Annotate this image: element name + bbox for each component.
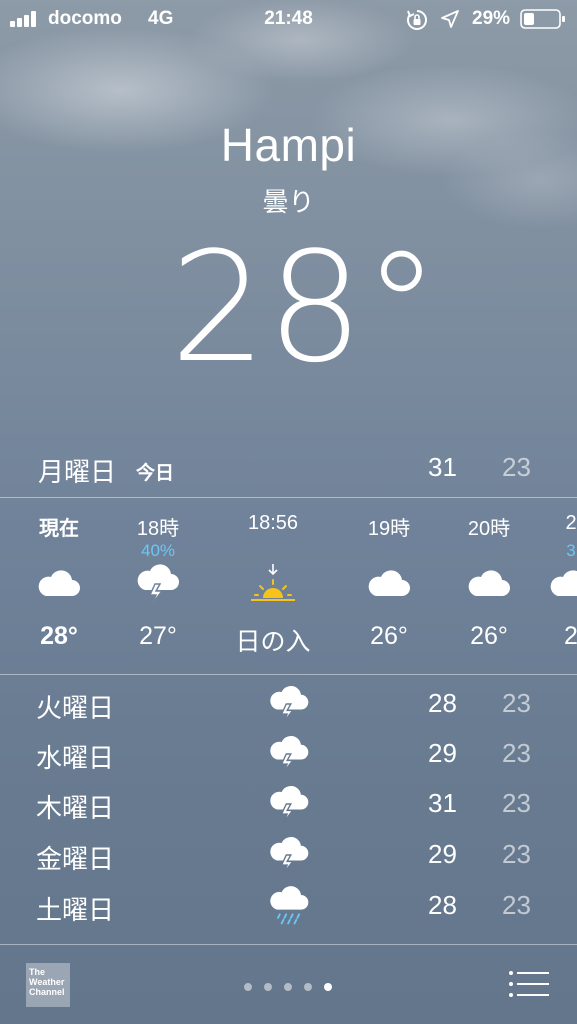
day-low: 23 [502, 738, 531, 768]
bottom-toolbar: The Weather Channel [0, 945, 577, 1024]
hour-temp: 27° [139, 622, 177, 650]
day-name: 水曜日 [36, 743, 115, 773]
day-name: 金曜日 [36, 844, 115, 874]
day-high: 29 [428, 839, 457, 869]
day-high: 31 [428, 788, 457, 818]
city-list-icon[interactable] [508, 970, 550, 1003]
day-high: 29 [428, 738, 457, 768]
cloud-icon [364, 564, 414, 604]
hour-temp: 26° [370, 622, 408, 650]
page-dot[interactable] [284, 983, 292, 991]
hourly-forecast-scroller[interactable]: 現在 28° 18時 40% 27° 18:56 日の入 19時 26° 20時… [0, 498, 577, 674]
thunderstorm-icon [266, 835, 312, 875]
cloud-icon [464, 564, 514, 604]
battery-percentage: 29% [472, 8, 511, 29]
thunderstorm-icon [266, 684, 312, 724]
precip-chance: 40% [140, 541, 176, 560]
today-low: 23 [502, 452, 531, 482]
today-label: 今日 [136, 463, 175, 484]
hour-temp: 2 [564, 622, 577, 650]
today-summary-row: 月曜日 今日 31 23 [0, 452, 577, 492]
rain-icon [266, 886, 312, 926]
status-bar: docomo 4G 21:48 29% [0, 0, 577, 38]
sunset-label: 日の入 [235, 628, 311, 656]
thunderstorm-icon [133, 564, 183, 605]
daily-row: 水曜日 29 23 [0, 730, 577, 780]
day-name: 火曜日 [36, 693, 115, 723]
page-indicator[interactable] [238, 978, 338, 996]
location-arrow-icon [441, 10, 459, 34]
hour-time: 2 [565, 512, 577, 534]
day-high: 28 [428, 688, 457, 718]
divider [0, 674, 577, 675]
current-temperature: 28° [170, 219, 440, 396]
hour-time: 18時 [136, 518, 180, 540]
cloud-icon [546, 564, 577, 604]
page-dot-active[interactable] [324, 983, 332, 991]
weather-channel-logo[interactable]: The Weather Channel [26, 963, 70, 1007]
daily-row: 火曜日 28 23 [0, 680, 577, 730]
day-low: 23 [502, 890, 531, 920]
day-name: 木曜日 [36, 793, 115, 823]
sunset-icon [248, 564, 298, 604]
day-low: 23 [502, 839, 531, 869]
hour-time: 19時 [367, 518, 411, 540]
page-dot[interactable] [264, 983, 272, 991]
precip-chance: 3 [566, 541, 576, 560]
day-name: 土曜日 [36, 895, 115, 925]
hour-time: 現在 [39, 518, 79, 540]
daily-row: 木曜日 31 23 [0, 780, 577, 830]
thunderstorm-icon [266, 734, 312, 774]
hour-temp: 28° [40, 622, 78, 650]
page-dot[interactable] [244, 983, 252, 991]
cloud-icon [34, 564, 84, 604]
city-name: Hampi [220, 119, 357, 171]
today-high: 31 [428, 452, 457, 482]
day-low: 23 [502, 688, 531, 718]
sunset-time: 18:56 [247, 512, 299, 534]
day-high: 28 [428, 890, 457, 920]
thunderstorm-icon [266, 784, 312, 824]
daily-row: 土曜日 28 23 [0, 882, 577, 932]
day-low: 23 [502, 788, 531, 818]
battery-icon [520, 9, 566, 35]
daily-row: 金曜日 29 23 [0, 831, 577, 881]
today-day-name: 月曜日 [38, 457, 117, 487]
current-condition: 曇り [262, 187, 315, 217]
page-dot[interactable] [304, 983, 312, 991]
rotation-lock-icon [406, 9, 428, 37]
